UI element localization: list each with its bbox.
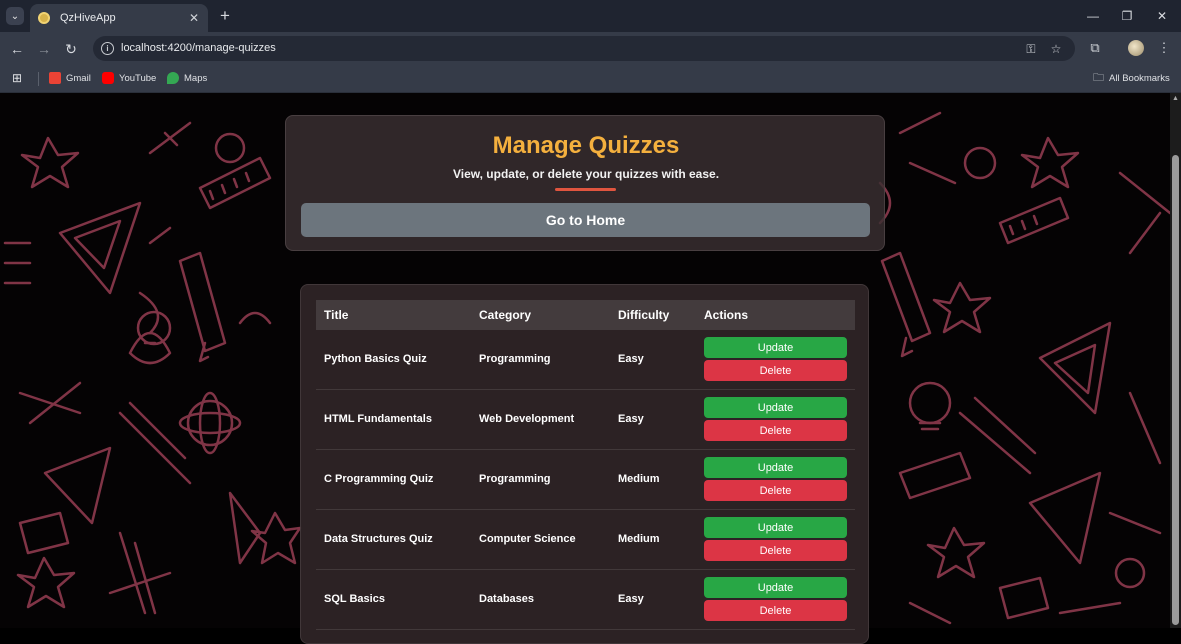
header-card: Manage Quizzes View, update, or delete y… xyxy=(285,115,885,251)
quiz-title: HTML Fundamentals xyxy=(324,413,432,425)
update-button[interactable]: Update xyxy=(704,337,847,358)
page-title: Manage Quizzes xyxy=(492,132,680,159)
column-header-category: Category xyxy=(479,308,532,322)
update-button[interactable]: Update xyxy=(704,457,847,478)
update-button[interactable]: Update xyxy=(704,577,847,598)
bookmark-youtube[interactable]: YouTube xyxy=(102,71,156,85)
bookmarks-bar: ⊞ Gmail YouTube Maps 🗀 All Bookmarks xyxy=(0,64,1181,93)
quiz-difficulty: Easy xyxy=(618,413,644,425)
column-header-actions: Actions xyxy=(704,308,749,322)
address-bar[interactable]: i localhost:4200/manage-quizzes ⚿ ☆ xyxy=(93,36,1075,61)
tab-search-icon[interactable]: ⌄ xyxy=(6,7,24,25)
table-row: Data Structures Quiz Computer Science Me… xyxy=(316,510,855,570)
quiz-difficulty: Medium xyxy=(618,473,660,485)
browser-tab-bar: ⌄ QzHiveApp ✕ + — ❐ ✕ xyxy=(0,0,1181,32)
quiz-category: Programming xyxy=(479,353,551,365)
extensions-icon[interactable]: ⧉ xyxy=(1086,39,1104,57)
delete-button[interactable]: Delete xyxy=(704,360,847,381)
table-row: Python Basics Quiz Programming Easy Upda… xyxy=(316,330,855,390)
quiz-table-card: Title Category Difficulty Actions Python… xyxy=(300,284,869,644)
app-favicon-icon xyxy=(38,12,50,24)
title-underline xyxy=(555,188,616,191)
update-button[interactable]: Update xyxy=(704,397,847,418)
quiz-title: Data Structures Quiz xyxy=(324,533,433,545)
browser-toolbar: ← → ↻ i localhost:4200/manage-quizzes ⚿ … xyxy=(0,32,1181,64)
go-to-home-button[interactable]: Go to Home xyxy=(301,203,870,237)
page-subtitle: View, update, or delete your quizzes wit… xyxy=(452,167,720,181)
delete-button[interactable]: Delete xyxy=(704,540,847,561)
bookmark-maps[interactable]: Maps xyxy=(167,71,207,85)
quiz-category: Web Development xyxy=(479,413,575,425)
scroll-thumb[interactable] xyxy=(1172,155,1179,625)
table-row: SQL Basics Databases Easy Update Delete xyxy=(316,570,855,630)
maps-icon xyxy=(167,72,179,84)
delete-button[interactable]: Delete xyxy=(704,600,847,621)
site-info-icon[interactable]: i xyxy=(101,42,114,55)
new-tab-icon[interactable]: + xyxy=(216,6,234,25)
delete-button[interactable]: Delete xyxy=(704,420,847,441)
all-bookmarks-label: All Bookmarks xyxy=(1109,72,1170,84)
bookmark-label: Maps xyxy=(184,72,208,84)
bookmark-star-icon[interactable]: ☆ xyxy=(1048,41,1064,57)
quiz-difficulty: Medium xyxy=(618,533,660,545)
reload-icon[interactable]: ↻ xyxy=(62,40,80,58)
url-text[interactable]: localhost:4200/manage-quizzes xyxy=(121,42,276,54)
tab-title: QzHiveApp xyxy=(60,12,116,24)
quiz-category: Programming xyxy=(479,473,551,485)
update-button[interactable]: Update xyxy=(704,517,847,538)
column-header-difficulty: Difficulty xyxy=(618,308,670,322)
browser-tab[interactable]: QzHiveApp ✕ xyxy=(30,4,208,32)
quiz-category: Computer Science xyxy=(479,533,576,545)
quiz-title: Python Basics Quiz xyxy=(324,353,427,365)
quiz-title: SQL Basics xyxy=(324,593,385,605)
close-window-icon[interactable]: ✕ xyxy=(1152,6,1172,26)
table-row: HTML Fundamentals Web Development Easy U… xyxy=(316,390,855,450)
folder-icon: 🗀 xyxy=(1093,71,1104,84)
scroll-up-icon[interactable]: ▲ xyxy=(1172,95,1179,102)
profile-avatar[interactable] xyxy=(1128,40,1144,56)
table-row: C Programming Quiz Programming Medium Up… xyxy=(316,450,855,510)
quiz-difficulty: Easy xyxy=(618,593,644,605)
delete-button[interactable]: Delete xyxy=(704,480,847,501)
youtube-icon xyxy=(102,72,114,84)
gmail-icon xyxy=(49,72,61,84)
bookmark-gmail[interactable]: Gmail xyxy=(49,71,91,85)
all-bookmarks[interactable]: 🗀 All Bookmarks xyxy=(1093,71,1170,85)
forward-icon[interactable]: → xyxy=(35,40,53,58)
minimize-icon[interactable]: — xyxy=(1083,6,1103,26)
bookmarks-divider xyxy=(38,72,39,86)
column-header-title: Title xyxy=(324,308,349,322)
bookmark-label: Gmail xyxy=(66,72,91,84)
menu-kebab-icon[interactable]: ⋮ xyxy=(1155,39,1173,57)
password-key-icon[interactable]: ⚿ xyxy=(1023,41,1039,57)
page-scrollbar[interactable]: ▲ xyxy=(1170,93,1181,628)
table-header: Title Category Difficulty Actions xyxy=(316,300,855,330)
quiz-difficulty: Easy xyxy=(618,353,644,365)
quiz-title: C Programming Quiz xyxy=(324,473,434,485)
quiz-category: Databases xyxy=(479,593,535,605)
restore-icon[interactable]: ❐ xyxy=(1117,6,1137,26)
back-icon[interactable]: ← xyxy=(8,40,26,58)
tab-close-icon[interactable]: ✕ xyxy=(186,10,202,26)
bookmark-label: YouTube xyxy=(119,72,157,84)
apps-grid-icon[interactable]: ⊞ xyxy=(12,71,22,85)
